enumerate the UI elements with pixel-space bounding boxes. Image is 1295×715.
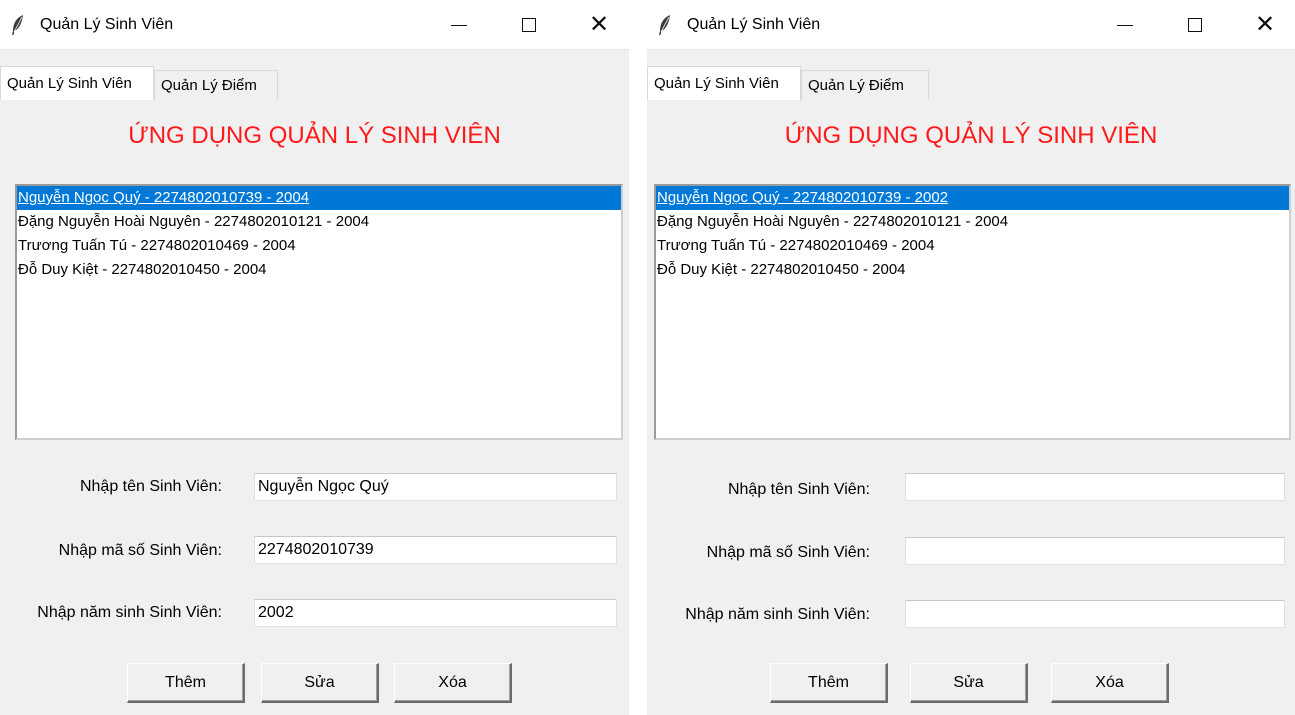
maximize-button[interactable] <box>499 0 559 50</box>
delete-button[interactable]: Xóa <box>1051 663 1169 703</box>
list-item[interactable]: Đỗ Duy Kiệt - 2274802010450 - 2004 <box>656 258 1289 282</box>
minimize-button[interactable] <box>429 0 489 50</box>
student-id-label: Nhập mã số Sinh Viên: <box>706 544 870 561</box>
add-button[interactable]: Thêm <box>127 663 245 703</box>
name-label: Nhập tên Sinh Viên: <box>727 481 870 498</box>
minimize-icon <box>451 24 467 26</box>
birth-year-input[interactable] <box>905 600 1285 628</box>
close-icon: ✕ <box>588 11 610 38</box>
list-item[interactable]: Đặng Nguyễn Hoài Nguyên - 2274802010121 … <box>17 210 621 234</box>
app-heading: ỨNG DỤNG QUẢN LÝ SINH VIÊN <box>784 122 1158 149</box>
list-item[interactable]: Đặng Nguyễn Hoài Nguyên - 2274802010121 … <box>656 210 1289 234</box>
close-icon: ✕ <box>1254 11 1276 38</box>
window-title: Quản Lý Sinh Viên <box>40 16 174 33</box>
maximize-button[interactable] <box>1165 0 1225 50</box>
list-item[interactable]: Nguyễn Ngọc Quý - 2274802010739 - 2002 <box>656 186 1289 210</box>
edit-button[interactable]: Sửa <box>910 663 1028 703</box>
tab-student-management[interactable]: Quản Lý Sinh Viên <box>647 66 801 100</box>
student-id-input[interactable] <box>905 537 1285 565</box>
maximize-icon <box>522 18 536 32</box>
list-item[interactable]: Đỗ Duy Kiệt - 2274802010450 - 2004 <box>17 258 621 282</box>
tab-grade-management[interactable]: Quản Lý Điểm <box>154 70 278 100</box>
title-bar[interactable]: Quản Lý Sinh Viên ✕ <box>647 0 1295 50</box>
tab-content: ỨNG DỤNG QUẢN LÝ SINH VIÊN Nguyễn Ngọc Q… <box>647 100 1295 715</box>
close-button[interactable]: ✕ <box>1235 0 1295 50</box>
minimize-button[interactable] <box>1095 0 1155 50</box>
edit-button[interactable]: Sửa <box>261 663 379 703</box>
feather-icon <box>659 15 670 35</box>
student-id-input[interactable]: 2274802010739 <box>254 536 617 564</box>
delete-button[interactable]: Xóa <box>394 663 512 703</box>
student-id-label: Nhập mã số Sinh Viên: <box>58 542 222 559</box>
birth-year-label: Nhập năm sinh Sinh Viên: <box>685 606 870 623</box>
student-listbox[interactable]: Nguyễn Ngọc Quý - 2274802010739 - 2002 Đ… <box>654 184 1291 440</box>
birth-year-label: Nhập năm sinh Sinh Viên: <box>37 604 222 621</box>
tab-content: ỨNG DỤNG QUẢN LÝ SINH VIÊN Nguyễn Ngọc Q… <box>0 100 629 715</box>
add-button[interactable]: Thêm <box>770 663 888 703</box>
name-input[interactable] <box>905 473 1285 501</box>
maximize-icon <box>1188 18 1202 32</box>
minimize-icon <box>1117 24 1133 26</box>
list-item[interactable]: Nguyễn Ngọc Quý - 2274802010739 - 2004 <box>17 186 621 210</box>
window-title: Quản Lý Sinh Viên <box>687 16 821 33</box>
student-listbox[interactable]: Nguyễn Ngọc Quý - 2274802010739 - 2004 Đ… <box>15 184 623 440</box>
app-heading: ỨNG DỤNG QUẢN LÝ SINH VIÊN <box>128 122 501 149</box>
list-item[interactable]: Trương Tuấn Tú - 2274802010469 - 2004 <box>656 234 1289 258</box>
list-item[interactable]: Trương Tuấn Tú - 2274802010469 - 2004 <box>17 234 621 258</box>
app-window-right: Quản Lý Sinh Viên ✕ Quản Lý Sinh Viên Qu… <box>647 0 1295 715</box>
tab-grade-management[interactable]: Quản Lý Điểm <box>801 70 929 100</box>
app-window-left: Quản Lý Sinh Viên ✕ Quản Lý Sinh Viên Qu… <box>0 0 629 715</box>
tab-student-management[interactable]: Quản Lý Sinh Viên <box>0 66 154 100</box>
name-label: Nhập tên Sinh Viên: <box>79 478 222 495</box>
feather-icon <box>12 15 23 35</box>
close-button[interactable]: ✕ <box>569 0 629 50</box>
name-input[interactable]: Nguyễn Ngọc Quý <box>254 473 617 501</box>
title-bar[interactable]: Quản Lý Sinh Viên ✕ <box>0 0 629 50</box>
birth-year-input[interactable]: 2002 <box>254 599 617 627</box>
